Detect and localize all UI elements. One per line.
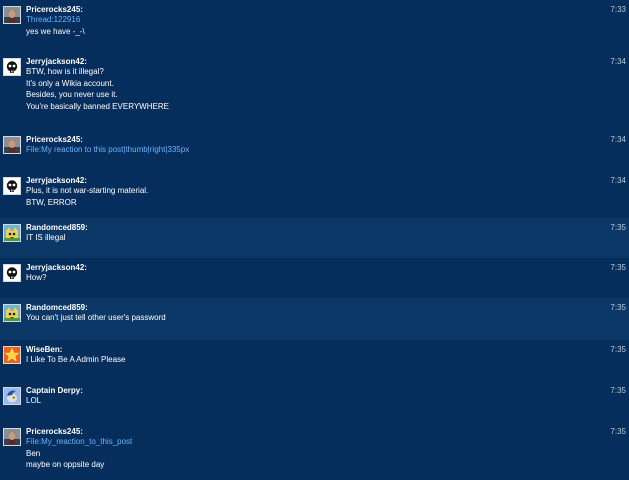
- message-text: It's only a Wikia account.: [26, 78, 114, 88]
- message-username[interactable]: Jerryjackson42:: [26, 57, 87, 67]
- message-username[interactable]: Jerryjackson42:: [26, 176, 87, 186]
- message-timestamp: 7:35: [610, 386, 626, 395]
- cat-avatar-icon[interactable]: [3, 304, 21, 322]
- message-username[interactable]: Pricerocks245:: [26, 427, 83, 437]
- cat-avatar-icon[interactable]: [3, 224, 21, 242]
- chat-message: Pricerocks245: 7:34 File:My reaction to th…: [0, 130, 629, 171]
- skull-avatar-icon[interactable]: [3, 58, 21, 76]
- chat-log: Pricerocks245: 7:33 Thread:122916 yes we ha…: [0, 0, 629, 480]
- message-username[interactable]: Pricerocks245:: [26, 5, 83, 15]
- star-avatar-icon[interactable]: [3, 346, 21, 364]
- chat-message: Pricerocks245: 7:33 Thread:122916 yes we ha…: [0, 0, 629, 52]
- photo-avatar-icon[interactable]: [3, 136, 21, 154]
- message-text: yes we have -_-\: [26, 26, 85, 36]
- message-text: BTW, how is it illegal?: [26, 67, 104, 76]
- message-username[interactable]: Pricerocks245:: [26, 135, 83, 145]
- message-text: maybe on oppsite day: [26, 460, 105, 470]
- message-username[interactable]: Jerryjackson42:: [26, 263, 87, 273]
- chat-message: Jerryjackson42: 7:34 BTW, how is it illega…: [0, 52, 629, 130]
- message-timestamp: 7:34: [610, 176, 626, 185]
- message-timestamp: 7:35: [610, 427, 626, 436]
- chat-message: Jerryjackson42: 7:34 Plus, it is not war-s…: [0, 171, 629, 218]
- message-link[interactable]: File:My_reaction_to_this_post: [26, 437, 132, 447]
- message-timestamp: 7:35: [610, 345, 626, 354]
- message-text: You can't just tell other user's passwor…: [26, 313, 166, 322]
- message-username[interactable]: Randomced859:: [26, 303, 88, 313]
- message-text: I Like To Be A Admin Please: [26, 355, 126, 364]
- message-text: IT IS illegal: [26, 233, 66, 242]
- photo-avatar-icon[interactable]: [3, 6, 21, 24]
- message-text: Plus, it is not war-starting material.: [26, 186, 149, 195]
- skull-avatar-icon[interactable]: [3, 264, 21, 282]
- skull-avatar-icon[interactable]: [3, 177, 21, 195]
- message-link[interactable]: File:My reaction to this post|thumb|righ…: [26, 145, 189, 155]
- message-text: How?: [26, 273, 47, 282]
- message-text: LOL: [26, 396, 42, 405]
- chat-message: WiseBen: 7:35 I Like To Be A Admin Please: [0, 340, 629, 381]
- message-text: BTW, ERROR: [26, 197, 77, 207]
- pony-avatar-icon[interactable]: [3, 387, 21, 405]
- message-timestamp: 7:35: [610, 263, 626, 272]
- photo-avatar-icon[interactable]: [3, 428, 21, 446]
- chat-message: Jerryjackson42: 7:35 How?: [0, 258, 629, 298]
- message-timestamp: 7:34: [610, 57, 626, 66]
- message-username[interactable]: Captain Derpy:: [26, 386, 83, 396]
- message-username[interactable]: WiseBen:: [26, 345, 62, 355]
- message-timestamp: 7:35: [610, 223, 626, 232]
- chat-message: Randomced859: 7:35 IT IS illegal: [0, 218, 629, 258]
- chat-message: Pricerocks245: 7:35 File:My_reaction_to_th…: [0, 422, 629, 480]
- chat-message: Captain Derpy: 7:35 LOL: [0, 381, 629, 422]
- message-link[interactable]: Thread:122916: [26, 15, 80, 25]
- message-text: Ben: [26, 448, 41, 458]
- message-timestamp: 7:35: [610, 303, 626, 312]
- message-username[interactable]: Randomced859:: [26, 223, 88, 233]
- chat-message: Randomced859: 7:35 You can't just tell oth…: [0, 298, 629, 340]
- message-timestamp: 7:34: [610, 135, 626, 144]
- message-text: You're basically banned EVERYWHERE: [26, 101, 169, 111]
- message-text: Besides, you never use it.: [26, 90, 118, 100]
- message-timestamp: 7:33: [610, 5, 626, 14]
